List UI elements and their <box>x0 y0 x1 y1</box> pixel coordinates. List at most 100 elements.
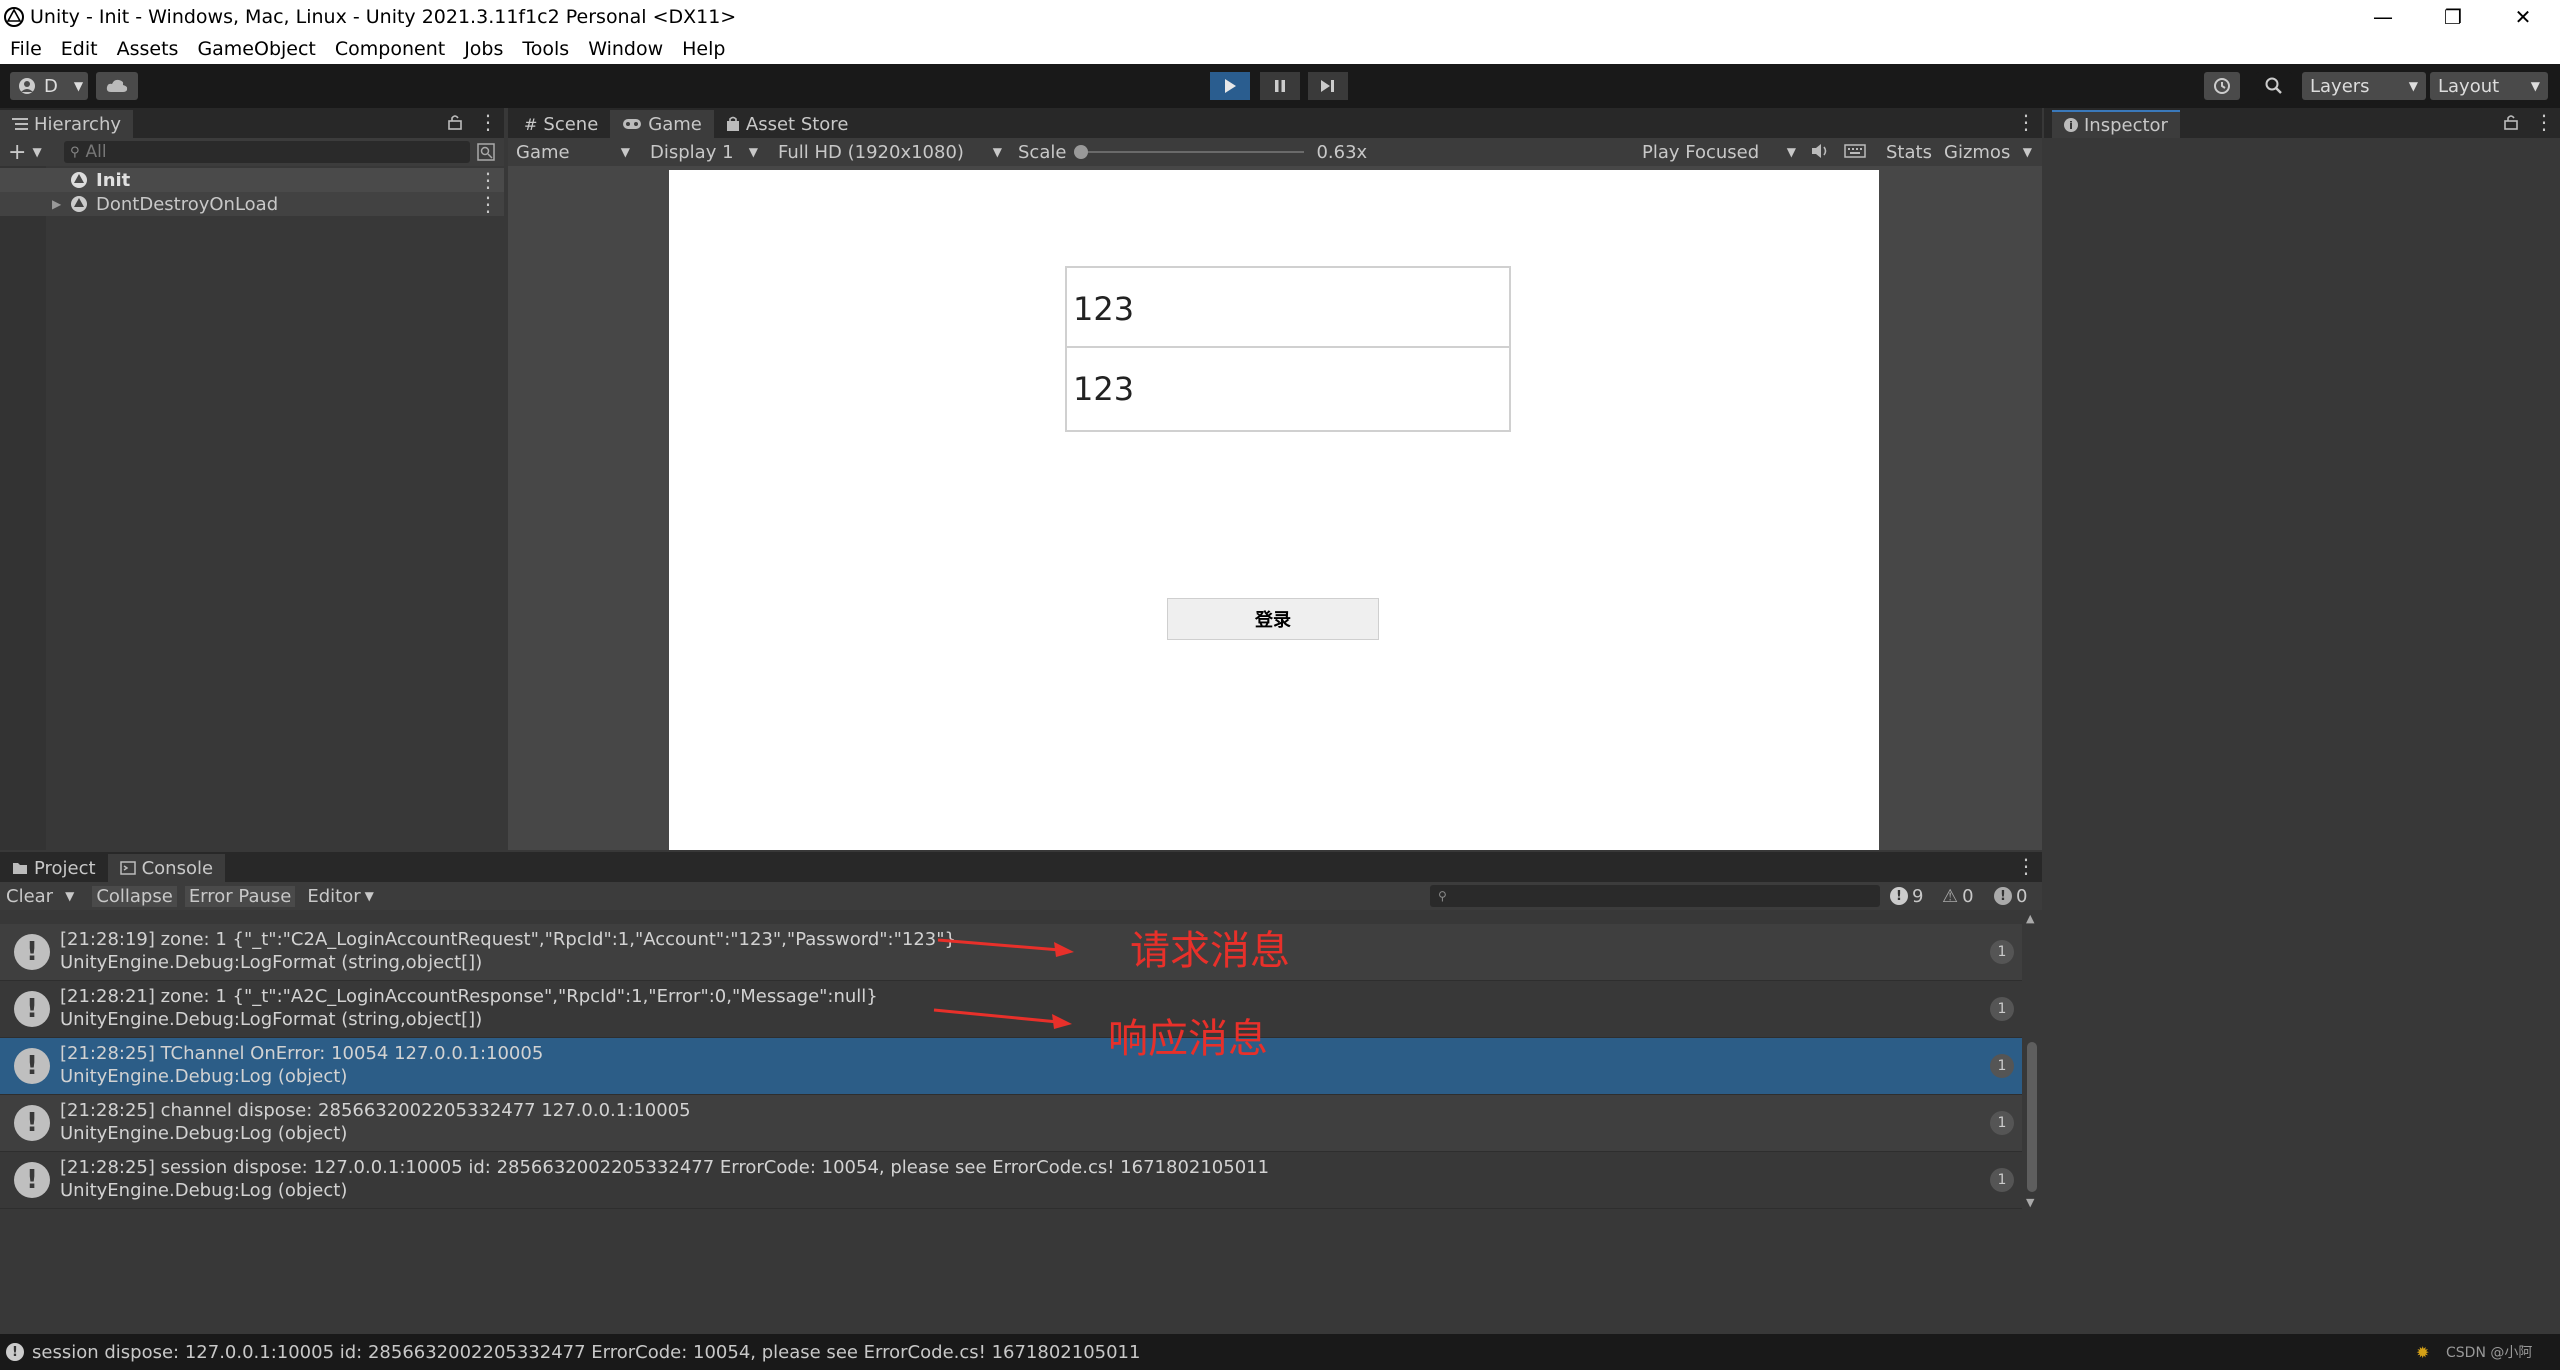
chevron-down-icon: ▼ <box>2530 79 2540 93</box>
log-collapse-count: 1 <box>1990 1168 2014 1192</box>
kebab-menu-icon[interactable]: ⋮ <box>478 110 498 134</box>
login-button[interactable]: 登录 <box>1167 598 1379 640</box>
log-count-toggle[interactable]: ! 9 <box>1890 886 1923 907</box>
scale-slider[interactable] <box>1074 140 1305 164</box>
scroll-down-icon[interactable]: ▼ <box>2026 1196 2034 1209</box>
search-button[interactable] <box>2256 72 2292 100</box>
tab-project[interactable]: Project <box>0 854 108 882</box>
status-message[interactable]: session dispose: 127.0.0.1:10005 id: 285… <box>32 1342 1140 1363</box>
console-search-input[interactable]: ⚲ <box>1430 885 1880 907</box>
account-input[interactable]: 123 <box>1065 266 1511 352</box>
clear-button[interactable]: Clear <box>6 886 53 907</box>
menu-jobs[interactable]: Jobs <box>464 38 503 60</box>
console-scroll-thumb[interactable] <box>2027 1042 2037 1192</box>
kebab-menu-icon[interactable]: ⋮ <box>478 192 498 216</box>
cloud-button[interactable] <box>96 72 138 100</box>
scroll-up-icon[interactable]: ▲ <box>2026 912 2034 925</box>
search-placeholder: All <box>85 142 107 162</box>
menu-help[interactable]: Help <box>682 38 725 60</box>
lock-icon[interactable] <box>2504 114 2518 135</box>
game-viewport[interactable]: 123 123 登录 <box>669 170 1879 850</box>
log-stacktrace: UnityEngine.Debug:Log (object) <box>60 1180 348 1201</box>
menu-window[interactable]: Window <box>588 38 663 60</box>
play-focused-dropdown[interactable]: Play Focused ▼ <box>1634 140 1804 164</box>
step-button[interactable] <box>1308 72 1348 100</box>
cloud-icon <box>106 79 128 92</box>
error-pause-toggle[interactable]: Error Pause <box>184 885 296 907</box>
keyboard-icon[interactable] <box>1844 142 1866 165</box>
tab-asset-store[interactable]: Asset Store <box>714 110 861 138</box>
mute-audio-icon[interactable] <box>1810 142 1830 165</box>
scale-slider-thumb[interactable] <box>1074 145 1089 159</box>
lock-icon[interactable] <box>448 114 462 135</box>
stats-button[interactable]: Stats <box>1886 142 1932 163</box>
hierarchy-item-init[interactable]: Init ⋮ <box>0 168 504 192</box>
chevron-down-icon[interactable]: ▼ <box>65 889 74 903</box>
annotation-arrow-request <box>937 938 1061 952</box>
console-log-entry[interactable]: ! [21:28:25] session dispose: 127.0.0.1:… <box>0 1152 2022 1209</box>
history-button[interactable] <box>2204 72 2240 100</box>
kebab-menu-icon[interactable]: ⋮ <box>2534 110 2554 134</box>
tab-scene[interactable]: # Scene <box>512 110 610 138</box>
log-collapse-count: 1 <box>1990 1111 2014 1135</box>
display-label: Display 1 <box>650 141 734 163</box>
console-log-entry[interactable]: ! [21:28:25] channel dispose: 2856632002… <box>0 1095 2022 1152</box>
password-input[interactable]: 123 <box>1065 346 1511 432</box>
tab-game[interactable]: Game <box>610 110 714 138</box>
menu-file[interactable]: File <box>10 38 42 60</box>
game-mode-label: Game <box>516 141 570 163</box>
play-icon <box>1225 79 1236 93</box>
chevron-down-icon: ▼ <box>620 145 630 159</box>
kebab-menu-icon[interactable]: ⋮ <box>2016 854 2036 878</box>
tab-label: Hierarchy <box>34 113 122 135</box>
close-button[interactable]: ✕ <box>2488 0 2558 34</box>
scene-filter-icon[interactable] <box>476 142 496 167</box>
hierarchy-search-input[interactable]: ⚲ All <box>64 141 470 163</box>
restore-button[interactable]: ❐ <box>2418 0 2488 34</box>
warning-icon: ⚠ <box>1942 885 1959 907</box>
restore-icon: ❐ <box>2444 5 2462 29</box>
error-count: 0 <box>2016 885 2028 907</box>
minimize-button[interactable]: — <box>2348 0 2418 34</box>
log-collapse-count: 1 <box>1990 940 2014 964</box>
menu-component[interactable]: Component <box>335 38 445 60</box>
log-count: 9 <box>1912 885 1924 907</box>
log-info-icon: ! <box>14 1105 50 1141</box>
console-scrollbar[interactable]: ▲ ▼ <box>2024 912 2040 1212</box>
error-count-toggle[interactable]: ! 0 <box>1994 886 2027 907</box>
bug-icon[interactable]: ✹ <box>2416 1343 2429 1362</box>
tab-label: Asset Store <box>745 113 849 135</box>
watermark-text: CSDN @小阿 <box>2446 1345 2533 1361</box>
gizmos-dropdown[interactable]: Gizmos ▼ <box>1936 140 2040 164</box>
tab-hierarchy[interactable]: Hierarchy <box>0 110 134 138</box>
tab-console[interactable]: Console <box>107 854 226 882</box>
menu-edit[interactable]: Edit <box>61 38 98 60</box>
console-tabbar: Project Console ⋮ <box>0 852 2042 882</box>
tab-inspector[interactable]: i Inspector <box>2052 110 2180 138</box>
play-button[interactable] <box>1210 72 1250 100</box>
game-mode-dropdown[interactable]: Game ▼ <box>508 140 638 164</box>
layout-dropdown[interactable]: Layout ▼ <box>2430 72 2548 100</box>
warning-count-toggle[interactable]: ⚠ 0 <box>1942 886 1974 907</box>
layers-dropdown[interactable]: Layers ▼ <box>2302 72 2426 100</box>
resolution-dropdown[interactable]: Full HD (1920x1080) ▼ <box>770 140 1010 164</box>
menu-tools[interactable]: Tools <box>522 38 569 60</box>
kebab-menu-icon[interactable]: ⋮ <box>478 168 498 192</box>
tab-label: Inspector <box>2084 114 2168 136</box>
kebab-menu-icon[interactable]: ⋮ <box>2016 110 2036 134</box>
account-dropdown[interactable]: D ▼ <box>10 72 88 100</box>
step-icon <box>1321 80 1334 92</box>
create-button[interactable]: + ▼ <box>8 140 42 165</box>
chevron-down-icon: ▼ <box>748 145 758 159</box>
chevron-right-icon[interactable]: ▶ <box>52 197 61 211</box>
log-stacktrace: UnityEngine.Debug:Log (object) <box>60 1123 348 1144</box>
game-view-toolbar: Game ▼ Display 1 ▼ Full HD (1920x1080) ▼… <box>508 138 2042 166</box>
editor-dropdown[interactable]: Editor ▼ <box>299 884 377 908</box>
display-dropdown[interactable]: Display 1 ▼ <box>642 140 766 164</box>
menu-gameobject[interactable]: GameObject <box>197 38 315 60</box>
pause-button[interactable] <box>1260 72 1300 100</box>
password-input-value: 123 <box>1073 370 1135 408</box>
menu-assets[interactable]: Assets <box>117 38 179 60</box>
collapse-toggle[interactable]: Collapse <box>92 885 177 907</box>
hierarchy-item-dontdestroyonload[interactable]: ▶ DontDestroyOnLoad ⋮ <box>0 192 504 216</box>
